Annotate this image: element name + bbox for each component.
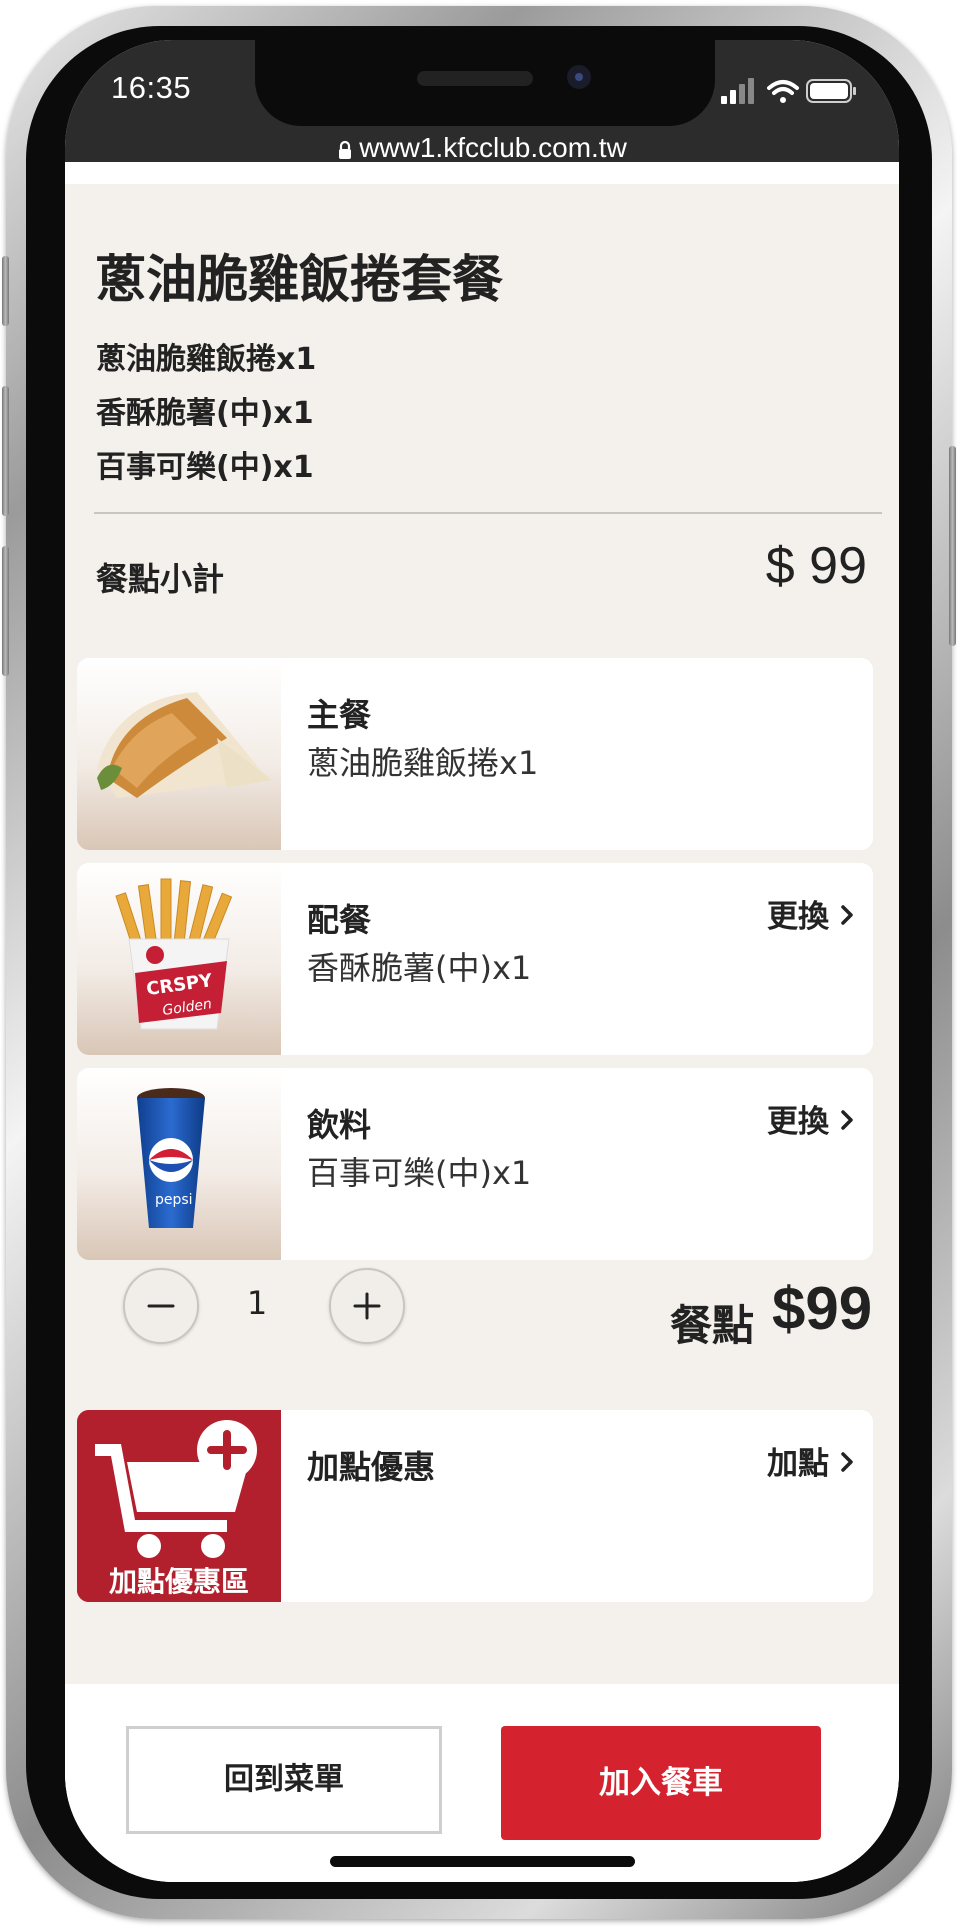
phone-screen: 16:35 www1.kfcclub.com.tw 蔥油脆雞飯捲套餐 蔥油脆雞飯… [65, 40, 899, 1882]
subtotal-price: $ 99 [765, 537, 867, 595]
addon-image-caption: 加點優惠區 [108, 1565, 249, 1598]
url-bar[interactable]: www1.kfcclub.com.tw [65, 132, 899, 176]
front-camera [567, 65, 591, 89]
card-side: CRSPY Golden 配餐 香酥脆薯(中)x1 更換 [77, 863, 873, 1055]
addon-title: 加點優惠 [307, 1448, 436, 1486]
page-content: 蔥油脆雞飯捲套餐 蔥油脆雞飯捲x1 香酥脆薯(中)x1 百事可樂(中)x1 餐點… [65, 184, 899, 1684]
battery-icon [806, 79, 856, 103]
status-time: 16:35 [111, 70, 192, 105]
addon-link[interactable]: 加點 [767, 1438, 829, 1483]
svg-text:pepsi: pepsi [155, 1192, 193, 1208]
back-to-menu-button[interactable]: 回到菜單 [126, 1726, 442, 1834]
plus-icon [353, 1292, 381, 1320]
wrap-image [77, 658, 281, 850]
status-icons [721, 76, 861, 106]
divider [94, 512, 882, 514]
card-category: 飲料 [307, 1106, 372, 1144]
home-indicator [330, 1856, 635, 1867]
fries-image: CRSPY Golden [77, 863, 281, 1055]
speaker-grille [417, 71, 533, 86]
signal-icon [721, 78, 754, 104]
url-text: www1.kfcclub.com.tw [359, 132, 627, 163]
cola-image: pepsi [77, 1068, 281, 1260]
mute-switch [2, 256, 9, 326]
card-drink: pepsi 飲料 百事可樂(中)x1 更換 [77, 1068, 873, 1260]
change-drink-link[interactable]: 更換 [767, 1096, 829, 1141]
card-category: 主餐 [307, 696, 372, 734]
chevron-right-icon[interactable] [833, 1448, 861, 1476]
meal-price: $99 [772, 1275, 873, 1342]
combo-item-2: 香酥脆薯(中)x1 [96, 396, 314, 431]
volume-up-button [2, 386, 9, 516]
card-item: 百事可樂(中)x1 [307, 1154, 532, 1192]
combo-item-1: 蔥油脆雞飯捲x1 [96, 342, 317, 377]
minus-icon [147, 1304, 175, 1308]
card-main: 主餐 蔥油脆雞飯捲x1 [77, 658, 873, 850]
card-item: 蔥油脆雞飯捲x1 [307, 744, 539, 782]
status-bar: 16:35 www1.kfcclub.com.tw [65, 40, 899, 163]
wifi-icon [767, 80, 799, 103]
chevron-right-icon[interactable] [833, 901, 861, 929]
card-category: 配餐 [307, 901, 372, 939]
quantity-value: 1 [246, 1284, 268, 1322]
subtotal-label: 餐點小計 [96, 560, 225, 598]
power-button [949, 446, 956, 646]
notch [255, 40, 715, 126]
lock-icon [339, 140, 352, 159]
meal-label: 餐點 [670, 1301, 755, 1350]
card-item: 香酥脆薯(中)x1 [307, 949, 532, 987]
addon-cart-image: 加點優惠區 [77, 1410, 281, 1602]
page-title: 蔥油脆雞飯捲套餐 [95, 251, 504, 310]
card-addon[interactable]: 加點優惠區 加點優惠 加點 [77, 1410, 873, 1602]
volume-down-button [2, 546, 9, 676]
chevron-right-icon[interactable] [833, 1106, 861, 1134]
change-side-link[interactable]: 更換 [767, 891, 829, 936]
bottom-action-bar: 回到菜單 加入餐車 [65, 1684, 899, 1882]
decrease-quantity-button[interactable] [123, 1268, 199, 1344]
combo-item-3: 百事可樂(中)x1 [96, 450, 314, 485]
add-to-cart-button[interactable]: 加入餐車 [501, 1726, 821, 1840]
increase-quantity-button[interactable] [329, 1268, 405, 1344]
